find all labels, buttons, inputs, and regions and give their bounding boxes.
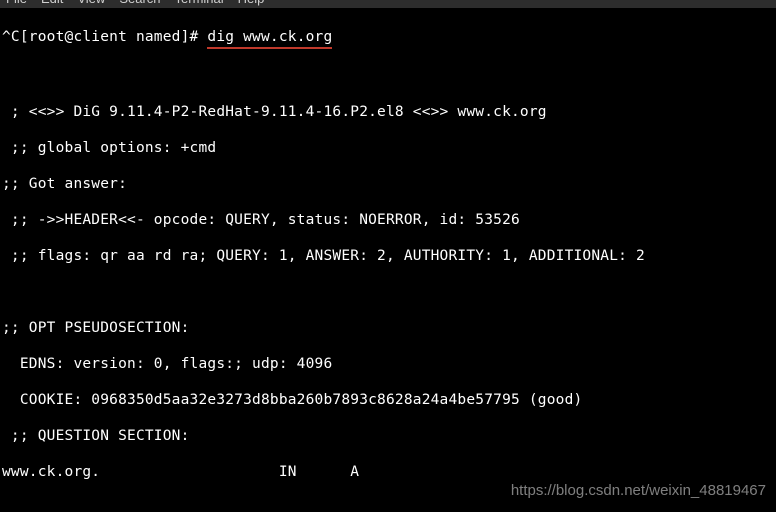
output-line: ;; OPT PSEUDOSECTION: <box>2 319 776 337</box>
prompt-line: ^C[root@client named]# dig www.ck.org <box>2 28 776 49</box>
menu-edit[interactable]: Edit <box>41 0 63 8</box>
output-line: ;; ->>HEADER<<- opcode: QUERY, status: N… <box>2 211 776 229</box>
command-text: dig www.ck.org <box>207 28 332 49</box>
output-line: ;; flags: qr aa rd ra; QUERY: 1, ANSWER:… <box>2 247 776 265</box>
watermark-text: https://blog.csdn.net/weixin_48819467 <box>511 482 766 500</box>
output-line: EDNS: version: 0, flags:; udp: 4096 <box>2 355 776 373</box>
prompt-prefix: ^C[root@client named]# <box>2 28 207 49</box>
blank-line <box>2 283 776 301</box>
menu-view[interactable]: View <box>77 0 105 8</box>
output-line: ;; global options: +cmd <box>2 139 776 157</box>
menu-bar: File Edit View Search Terminal Help <box>0 0 776 8</box>
terminal-area[interactable]: ^C[root@client named]# dig www.ck.org ; … <box>0 8 776 512</box>
output-line: ;; Got answer: <box>2 175 776 193</box>
output-line: COOKIE: 0968350d5aa32e3273d8bba260b7893c… <box>2 391 776 409</box>
blank-line <box>2 499 776 512</box>
menu-help[interactable]: Help <box>238 0 265 8</box>
output-line: www.ck.org. IN A <box>2 463 776 481</box>
menu-file[interactable]: File <box>6 0 27 8</box>
menu-search[interactable]: Search <box>119 0 160 8</box>
output-line: ; <<>> DiG 9.11.4-P2-RedHat-9.11.4-16.P2… <box>2 103 776 121</box>
menu-terminal[interactable]: Terminal <box>175 0 224 8</box>
output-line: ;; QUESTION SECTION: <box>2 427 776 445</box>
blank-line <box>2 67 776 85</box>
